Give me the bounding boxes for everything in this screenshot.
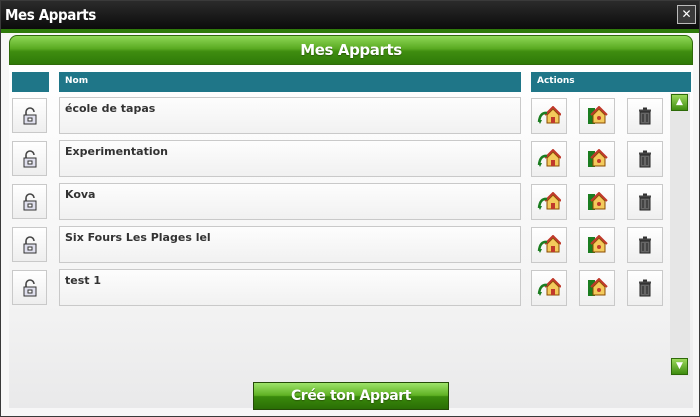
delete-button[interactable]: [627, 184, 663, 220]
appart-name: Kova: [65, 188, 96, 201]
create-appart-button[interactable]: Crée ton Appart: [253, 382, 449, 410]
trash-icon: [639, 107, 651, 125]
trash-icon: [639, 150, 651, 168]
enter-room-icon: [537, 278, 561, 296]
appart-name: Experimentation: [65, 145, 168, 158]
enter-room-icon: [537, 106, 561, 124]
enter-room-button[interactable]: [531, 98, 567, 134]
appart-name-field[interactable]: Six Fours Les Plages lel: [59, 226, 521, 263]
title-bar[interactable]: Mes Apparts ✕: [1, 1, 699, 30]
table-row: école de tapas: [9, 97, 669, 135]
enter-room-button[interactable]: [531, 184, 567, 220]
room-settings-icon: [588, 106, 608, 124]
scroll-down-button[interactable]: ▼: [671, 358, 688, 375]
delete-button[interactable]: [627, 227, 663, 263]
table-row: Experimentation: [9, 140, 669, 178]
panel-header: Mes Apparts: [9, 35, 693, 65]
delete-button[interactable]: [627, 98, 663, 134]
window: Mes Apparts ✕ Mes Apparts Nom Actions éc…: [0, 0, 700, 417]
delete-button[interactable]: [627, 270, 663, 306]
apparts-list: Nom Actions école de tapas Experimentati…: [9, 65, 693, 410]
room-settings-icon: [588, 278, 608, 296]
room-settings-button[interactable]: [579, 227, 615, 263]
delete-button[interactable]: [627, 141, 663, 177]
scroll-up-button[interactable]: ▲: [671, 94, 688, 111]
appart-name: test 1: [65, 274, 102, 287]
appart-name: Six Fours Les Plages lel: [65, 231, 211, 244]
enter-room-button[interactable]: [531, 227, 567, 263]
column-header-name: Nom: [59, 72, 521, 92]
padlock-open-icon: [23, 278, 36, 296]
room-settings-button[interactable]: [579, 98, 615, 134]
table-row: test 1: [9, 269, 669, 307]
table-row: Six Fours Les Plages lel: [9, 226, 669, 264]
appart-name-field[interactable]: Experimentation: [59, 140, 521, 177]
room-settings-icon: [588, 192, 608, 210]
room-settings-button[interactable]: [579, 184, 615, 220]
title-separator: [1, 29, 699, 33]
window-title: Mes Apparts: [5, 6, 96, 24]
column-header-lock: [12, 72, 49, 92]
column-header-actions: Actions: [531, 72, 691, 92]
appart-name-field[interactable]: école de tapas: [59, 97, 521, 134]
enter-room-icon: [537, 149, 561, 167]
lock-button[interactable]: [12, 141, 47, 176]
padlock-open-icon: [23, 106, 36, 124]
room-settings-button[interactable]: [579, 141, 615, 177]
enter-room-icon: [537, 235, 561, 253]
padlock-open-icon: [23, 149, 36, 167]
scroll-down-arrow-icon: ▼: [676, 361, 683, 371]
room-settings-icon: [588, 149, 608, 167]
scroll-up-arrow-icon: ▲: [676, 97, 683, 107]
close-icon: ✕: [681, 7, 692, 21]
lock-button[interactable]: [12, 270, 47, 305]
panel-title: Mes Apparts: [300, 41, 402, 59]
enter-room-button[interactable]: [531, 270, 567, 306]
trash-icon: [639, 279, 651, 297]
padlock-open-icon: [23, 235, 36, 253]
enter-room-button[interactable]: [531, 141, 567, 177]
padlock-open-icon: [23, 192, 36, 210]
enter-room-icon: [537, 192, 561, 210]
appart-name-field[interactable]: test 1: [59, 269, 521, 306]
lock-button[interactable]: [12, 227, 47, 262]
room-settings-icon: [588, 235, 608, 253]
scrollbar-track[interactable]: [670, 93, 690, 376]
lock-button[interactable]: [12, 98, 47, 133]
appart-name-field[interactable]: Kova: [59, 183, 521, 220]
close-button[interactable]: ✕: [677, 5, 696, 24]
trash-icon: [639, 236, 651, 254]
lock-button[interactable]: [12, 184, 47, 219]
room-settings-button[interactable]: [579, 270, 615, 306]
trash-icon: [639, 193, 651, 211]
table-row: Kova: [9, 183, 669, 221]
appart-name: école de tapas: [65, 102, 156, 115]
